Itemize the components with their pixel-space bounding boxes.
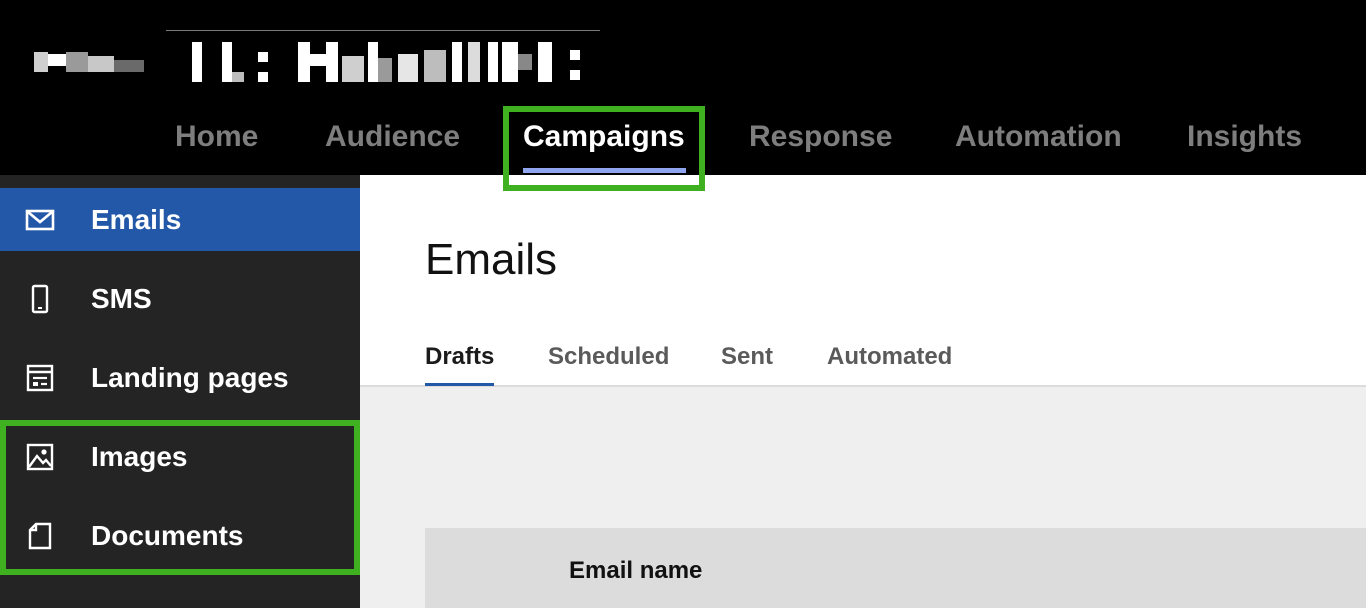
sidebar-item-emails[interactable]: Emails <box>0 188 360 251</box>
nav-automation[interactable]: Automation <box>955 112 1122 162</box>
document-icon <box>28 522 52 549</box>
logo-pixel <box>452 42 462 82</box>
logo-pixel <box>502 42 518 82</box>
logo-pixel <box>368 42 378 82</box>
logo-pixel <box>66 52 88 72</box>
logo-pixel <box>538 42 552 82</box>
tab-scheduled[interactable]: Scheduled <box>548 343 669 371</box>
sidebar-item-label: SMS <box>91 282 152 314</box>
main-content: Emails Drafts Scheduled Sent Automated E… <box>360 175 1366 608</box>
logo-pixel <box>326 42 338 82</box>
logo-pixel <box>570 50 580 60</box>
sidebar: Emails SMS Landing pages Images Document… <box>0 175 360 608</box>
logo-pixel <box>342 56 364 82</box>
logo-pixel <box>34 52 48 72</box>
nav-home[interactable]: Home <box>175 112 258 162</box>
tab-active-indicator <box>425 383 494 386</box>
logo-pixel <box>378 58 392 82</box>
tab-automated[interactable]: Automated <box>827 343 952 371</box>
logo-pixel <box>258 52 268 62</box>
logo-pixel <box>398 54 418 82</box>
nav-audience[interactable]: Audience <box>325 112 460 162</box>
tab-drafts[interactable]: Drafts <box>425 343 494 371</box>
logo-pixel <box>258 72 268 82</box>
sidebar-item-label: Images <box>91 440 188 472</box>
logo-pixel <box>570 70 580 80</box>
logo-pixel <box>88 56 114 72</box>
table-header: Email name <box>425 528 1366 608</box>
logo-pixel <box>310 54 326 66</box>
email-tabs: Drafts Scheduled Sent Automated <box>360 335 1366 387</box>
logo-pixel <box>518 54 532 70</box>
sidebar-item-images[interactable]: Images <box>0 425 360 488</box>
column-header-email-name[interactable]: Email name <box>569 557 702 585</box>
logo-pixel <box>48 54 66 66</box>
redacted-logo <box>32 28 602 88</box>
envelope-icon <box>25 209 55 230</box>
logo-rule <box>166 30 600 31</box>
nav-response[interactable]: Response <box>749 112 892 162</box>
tab-sent[interactable]: Sent <box>721 343 773 371</box>
logo-pixel <box>298 42 310 82</box>
sidebar-item-label: Documents <box>91 519 244 551</box>
image-icon <box>26 443 54 470</box>
landing-page-icon <box>26 364 54 391</box>
logo-pixel <box>468 42 480 82</box>
logo-pixel <box>424 50 446 82</box>
nav-insights[interactable]: Insights <box>1187 112 1302 162</box>
logo-pixel <box>232 72 244 82</box>
nav-active-indicator <box>523 168 686 173</box>
logo-pixel <box>192 42 202 82</box>
sidebar-item-label: Emails <box>91 203 182 235</box>
page-title: Emails <box>425 235 558 284</box>
sidebar-item-sms[interactable]: SMS <box>0 267 360 330</box>
sidebar-item-label: Landing pages <box>91 361 289 393</box>
logo-pixel <box>222 42 232 82</box>
sidebar-item-landing-pages[interactable]: Landing pages <box>0 346 360 409</box>
content-area: Email name <box>360 387 1366 608</box>
mobile-phone-icon <box>31 284 49 313</box>
nav-campaigns[interactable]: Campaigns <box>523 112 685 162</box>
logo-pixel <box>114 60 144 72</box>
app-header: Home Audience Campaigns Response Automat… <box>0 0 1366 175</box>
logo-pixel <box>488 42 498 82</box>
sidebar-item-documents[interactable]: Documents <box>0 504 360 567</box>
